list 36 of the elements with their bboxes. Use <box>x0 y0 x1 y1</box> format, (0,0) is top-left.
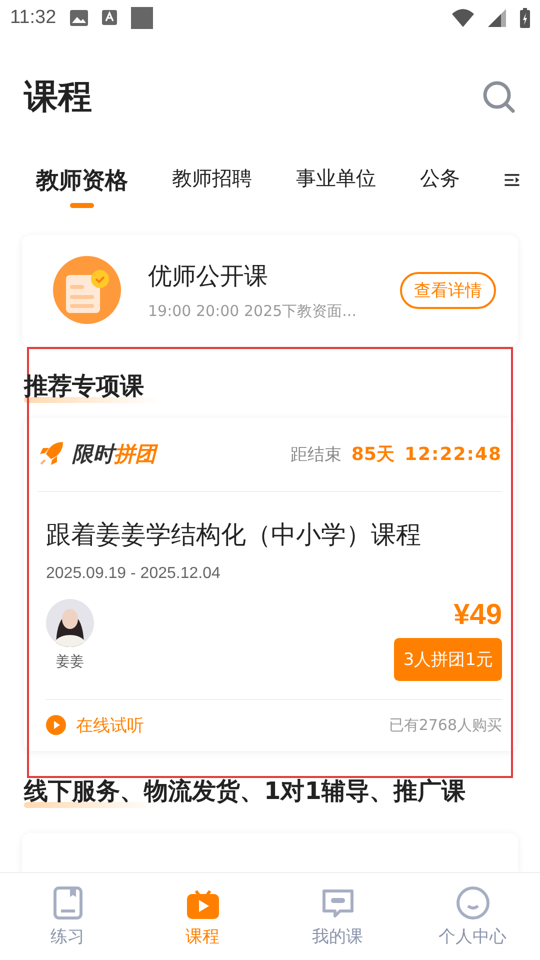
teacher-name: 姜姜 <box>56 652 84 671</box>
nav-tab[interactable]: 个人中心 <box>405 873 540 960</box>
open-class-title: 优师公开课 <box>148 260 269 292</box>
image-icon <box>70 10 88 26</box>
nav-tab[interactable]: 练习 <box>0 873 135 960</box>
course-title: 跟着姜姜学结构化（中小学）课程 <box>46 518 422 551</box>
flash-group-label: 限时拼团 <box>72 440 156 468</box>
countdown-days: 85天 <box>351 442 394 466</box>
play-icon <box>46 715 66 736</box>
nav-tab[interactable]: 我的课 <box>270 873 405 960</box>
nav-tab[interactable]: 课程 <box>135 873 270 960</box>
details-button[interactable]: 查看详情 <box>400 272 496 309</box>
section-title: 线下服务、物流发货、1对1辅导、推广课 <box>24 776 466 807</box>
countdown-time: 12:22:48 <box>404 444 502 466</box>
square-icon <box>131 6 154 29</box>
certificate-icon <box>52 255 122 326</box>
trial-link[interactable]: 在线试听 <box>46 714 144 737</box>
category-tab[interactable]: 公务 <box>420 151 460 214</box>
category-tab[interactable]: 教师资格 <box>36 151 128 218</box>
signal-icon <box>488 8 506 27</box>
category-tab[interactable]: 事业单位 <box>296 151 376 214</box>
rocket-icon <box>38 441 64 468</box>
page-title: 课程 <box>24 76 92 118</box>
open-class-subtitle: 19:00 20:00 2025下教资面... <box>148 302 358 321</box>
status-time: 11:32 <box>10 6 56 29</box>
countdown-label: 距结束 <box>290 444 342 466</box>
group-buy-button[interactable]: 3人拼团1元 <box>394 638 502 681</box>
course-dates: 2025.09.19 - 2025.12.04 <box>46 564 222 583</box>
battery-icon <box>520 8 530 28</box>
search-icon[interactable] <box>482 80 516 114</box>
buyer-count: 已有2768人购买 <box>388 716 502 735</box>
price: ¥49 <box>454 598 502 632</box>
text-icon <box>102 10 118 26</box>
wifi-icon <box>452 8 474 27</box>
category-tab[interactable]: 教师招聘 <box>172 151 252 214</box>
face-icon <box>454 885 490 922</box>
